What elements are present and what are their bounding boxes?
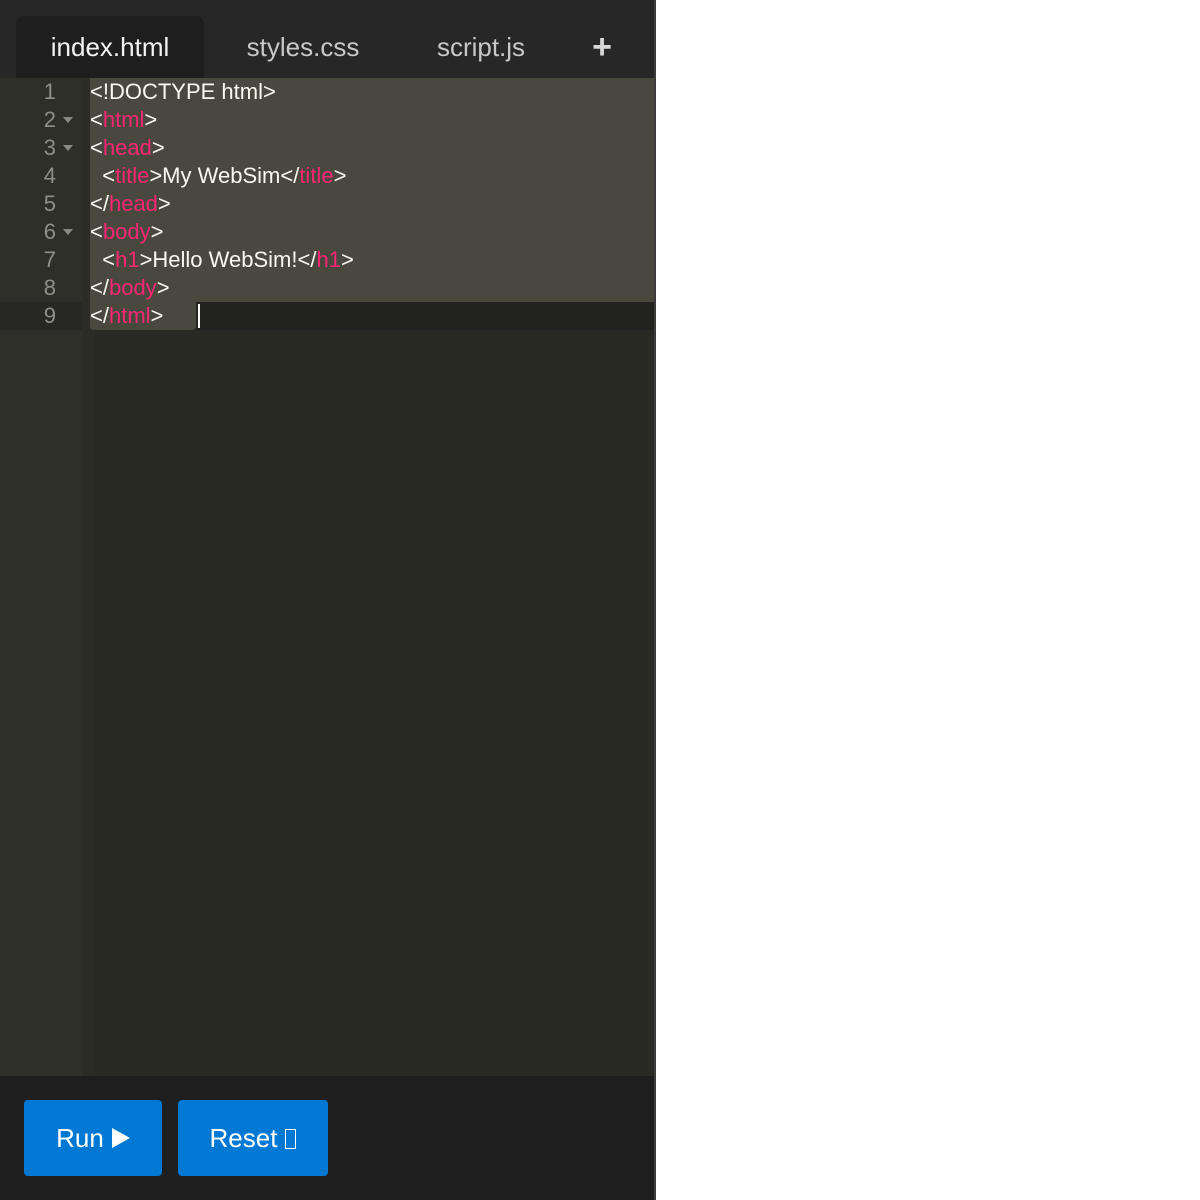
text-token: > bbox=[333, 163, 347, 188]
code-editor-pane: index.html styles.css script.js + 1 <!DOC… bbox=[0, 0, 654, 1200]
tag-name-token: h1 bbox=[316, 247, 341, 272]
reset-icon bbox=[285, 1129, 297, 1150]
fold-arrow-icon[interactable] bbox=[63, 229, 73, 235]
tab-script-js[interactable]: script.js bbox=[402, 16, 560, 78]
line-number: 5 bbox=[43, 191, 56, 216]
code-editor[interactable]: 1 <!DOCTYPE html> 2 <html> 3 <head> 4 <title>M… bbox=[0, 78, 654, 1076]
play-icon bbox=[111, 1128, 130, 1149]
text-token: > bbox=[150, 219, 164, 244]
text-token: < bbox=[90, 107, 103, 132]
code-line[interactable]: 7 <h1>Hello WebSim!</h1> bbox=[0, 246, 654, 274]
code-text: <html> bbox=[90, 106, 157, 134]
text-token: < bbox=[90, 135, 103, 160]
code-text: </html> bbox=[90, 302, 163, 330]
tab-styles-css[interactable]: styles.css bbox=[214, 16, 392, 78]
tab-index-html[interactable]: index.html bbox=[16, 16, 204, 78]
tag-name-token: body bbox=[108, 275, 157, 300]
file-tab-bar: index.html styles.css script.js + bbox=[0, 0, 654, 78]
line-number: 2 bbox=[43, 107, 56, 132]
fold-arrow-icon[interactable] bbox=[63, 117, 73, 123]
tag-name-token: html bbox=[102, 107, 145, 132]
line-number: 6 bbox=[43, 219, 56, 244]
tag-name-token: html bbox=[108, 303, 151, 328]
text-token: <!DOCTYPE html> bbox=[90, 79, 276, 104]
code-line[interactable]: 3 <head> bbox=[0, 134, 654, 162]
run-button-label: Run bbox=[56, 1123, 104, 1153]
code-text: <body> bbox=[90, 218, 163, 246]
text-token: > bbox=[144, 107, 158, 132]
tag-name-token: h1 bbox=[115, 247, 140, 272]
code-line[interactable]: 5 </head> bbox=[0, 190, 654, 218]
line-number: 4 bbox=[43, 163, 56, 188]
fold-arrow-icon[interactable] bbox=[63, 145, 73, 151]
code-line[interactable]: 1 <!DOCTYPE html> bbox=[0, 78, 654, 106]
text-token: </ bbox=[90, 275, 109, 300]
action-bar: Run Reset bbox=[0, 1076, 654, 1200]
code-line[interactable]: 8 </body> bbox=[0, 274, 654, 302]
preview-pane bbox=[656, 0, 1200, 1200]
code-text: <!DOCTYPE html> bbox=[90, 78, 276, 106]
text-token: > bbox=[151, 135, 165, 160]
code-text: <head> bbox=[90, 134, 165, 162]
line-number: 1 bbox=[43, 79, 56, 104]
code-text: </body> bbox=[90, 274, 170, 302]
tag-name-token: title bbox=[299, 163, 334, 188]
code-line[interactable]: 6 <body> bbox=[0, 218, 654, 246]
line-number: 7 bbox=[43, 247, 56, 272]
code-line[interactable]: 4 <title>My WebSim</title> bbox=[0, 162, 654, 190]
tag-name-token: head bbox=[102, 135, 152, 160]
text-cursor bbox=[198, 304, 200, 328]
text-token: >Hello WebSim!</ bbox=[139, 247, 317, 272]
text-token: </ bbox=[90, 191, 109, 216]
tag-name-token: head bbox=[108, 191, 158, 216]
text-token: > bbox=[150, 303, 164, 328]
text-token: < bbox=[90, 247, 116, 272]
code-text: <title>My WebSim</title> bbox=[90, 162, 346, 190]
reset-button[interactable]: Reset bbox=[178, 1100, 328, 1176]
plus-icon[interactable]: + bbox=[580, 16, 624, 78]
text-token: > bbox=[340, 247, 354, 272]
text-token: </ bbox=[90, 303, 109, 328]
line-number: 8 bbox=[43, 275, 56, 300]
text-token: > bbox=[156, 275, 170, 300]
text-token: >My WebSim</ bbox=[149, 163, 300, 188]
code-text: </head> bbox=[90, 190, 171, 218]
tag-name-token: title bbox=[115, 163, 150, 188]
run-button[interactable]: Run bbox=[24, 1100, 162, 1176]
text-token: < bbox=[90, 163, 116, 188]
text-token: > bbox=[157, 191, 171, 216]
text-token: < bbox=[90, 219, 103, 244]
code-line[interactable]: 9 </html> bbox=[0, 302, 654, 330]
line-number: 3 bbox=[43, 135, 56, 160]
code-text: <h1>Hello WebSim!</h1> bbox=[90, 246, 354, 274]
tag-name-token: body bbox=[102, 219, 151, 244]
reset-button-label: Reset bbox=[209, 1123, 278, 1153]
line-number: 9 bbox=[43, 303, 56, 328]
code-line[interactable]: 2 <html> bbox=[0, 106, 654, 134]
